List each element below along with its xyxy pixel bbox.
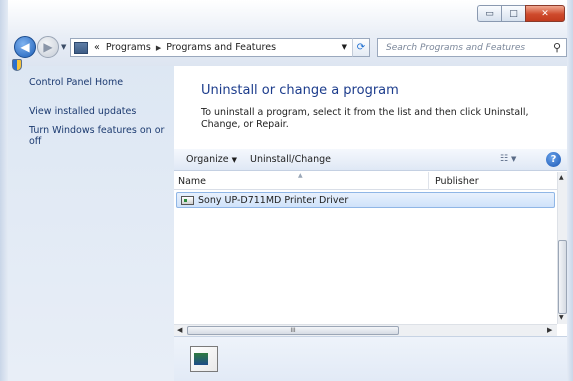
organize-dropdown-icon: ▼ — [231, 156, 237, 164]
uninstall-change-button[interactable]: Uninstall/Change — [250, 154, 331, 165]
minimize-button[interactable]: ▭ — [477, 5, 501, 22]
window-frame-right — [567, 0, 573, 381]
address-dropdown-icon[interactable]: ▼ — [342, 43, 347, 51]
views-dropdown-icon: ▼ — [510, 155, 517, 163]
view-installed-updates-link[interactable]: View installed updates — [29, 106, 136, 117]
breadcrumb-programs[interactable]: Programs — [103, 42, 154, 53]
column-header-name[interactable]: Name — [178, 176, 206, 187]
forward-arrow-icon: ▶ — [43, 40, 53, 54]
printer-driver-icon — [181, 196, 194, 205]
search-box: ⚲ — [377, 38, 567, 57]
maximize-button[interactable]: □ — [501, 5, 525, 22]
list-item-name: Sony UP-D711MD Printer Driver — [198, 195, 349, 206]
search-icon[interactable]: ⚲ — [553, 41, 561, 54]
back-button[interactable]: ◀ — [14, 36, 36, 58]
program-large-icon — [190, 346, 218, 372]
address-bar[interactable]: « Programs ▶ Programs and Features ▼ — [70, 38, 368, 57]
views-button[interactable]: ☷ ▼ — [500, 154, 516, 164]
column-divider[interactable] — [428, 172, 429, 190]
back-arrow-icon: ◀ — [20, 40, 30, 54]
breadcrumb-separator-icon[interactable]: ▶ — [154, 44, 163, 52]
vertical-scrollbar[interactable]: ▲ ▼ — [557, 172, 567, 324]
refresh-icon: ⟳ — [356, 42, 366, 53]
scroll-left-arrow-icon[interactable]: ◀ — [177, 326, 182, 334]
breadcrumb-programs-and-features[interactable]: Programs and Features — [163, 42, 279, 53]
column-header-publisher[interactable]: Publisher — [435, 176, 479, 187]
horizontal-scrollbar[interactable]: ◀ III ▶ — [174, 324, 557, 336]
command-bar: Organize ▼ Uninstall/Change ☷ ▼ ? — [174, 149, 567, 171]
organize-label: Organize — [186, 154, 229, 165]
breadcrumb-overflow[interactable]: « — [91, 42, 103, 53]
scroll-up-arrow-icon[interactable]: ▲ — [559, 174, 564, 181]
scroll-down-arrow-icon[interactable]: ▼ — [559, 314, 564, 321]
help-button[interactable]: ? — [546, 152, 561, 167]
close-button[interactable]: ✕ — [525, 5, 565, 22]
views-icon: ☷ — [500, 154, 509, 164]
list-item[interactable]: Sony UP-D711MD Printer Driver — [176, 192, 555, 208]
sort-ascending-icon: ▲ — [298, 172, 303, 179]
control-panel-icon — [74, 41, 88, 54]
horizontal-scroll-thumb[interactable]: III — [187, 326, 399, 335]
control-panel-home-link[interactable]: Control Panel Home — [29, 77, 123, 88]
column-header: ▲ Name Publisher — [174, 172, 557, 190]
navigation-buttons: ◀ ▶ ▼ — [14, 36, 66, 58]
page-description: To uninstall a program, select it from t… — [201, 107, 529, 130]
help-icon: ? — [550, 154, 557, 165]
refresh-button[interactable]: ⟳ — [352, 38, 370, 57]
window-frame-left — [0, 0, 8, 381]
windows-shield-icon — [12, 59, 22, 71]
recent-pages-dropdown-icon[interactable]: ▼ — [61, 43, 66, 51]
page-title: Uninstall or change a program — [201, 83, 399, 98]
details-pane — [174, 336, 567, 381]
forward-button[interactable]: ▶ — [37, 36, 59, 58]
turn-windows-features-link[interactable]: Turn Windows features on or off — [29, 125, 167, 147]
organize-button[interactable]: Organize ▼ — [186, 154, 237, 165]
window-controls: ▭ □ ✕ — [477, 5, 565, 22]
search-input[interactable] — [384, 41, 548, 54]
scroll-right-arrow-icon[interactable]: ▶ — [547, 326, 552, 334]
vertical-scroll-thumb[interactable] — [558, 240, 567, 314]
